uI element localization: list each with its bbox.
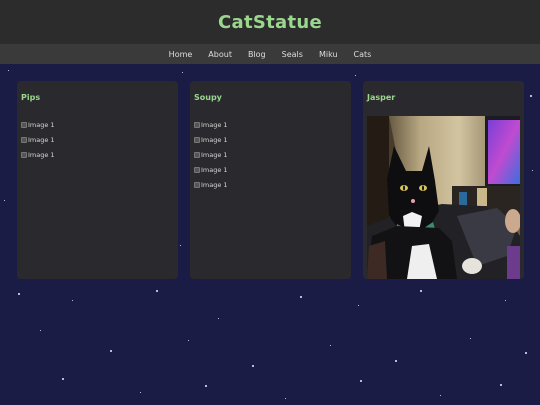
broken-image-icon	[194, 136, 200, 143]
image-alt-text: Image 1	[201, 181, 228, 190]
site-header: CatStatue	[0, 0, 540, 44]
nav-link-cats[interactable]: Cats	[346, 50, 380, 59]
nav-link-blog[interactable]: Blog	[240, 50, 274, 59]
broken-image[interactable]: Image 1	[21, 117, 55, 132]
broken-image[interactable]: Image 1	[194, 117, 228, 132]
broken-image[interactable]: Image 1	[21, 147, 55, 162]
card-title: Jasper	[367, 93, 396, 102]
broken-image-icon	[21, 136, 27, 143]
broken-image[interactable]: Image 1	[194, 132, 228, 147]
broken-image[interactable]: Image 1	[21, 132, 55, 147]
cat-card-pips: Pips Image 1 Image 1 Image 1	[17, 81, 178, 279]
image-alt-text: Image 1	[201, 120, 228, 129]
image-alt-text: Image 1	[201, 135, 228, 144]
broken-image[interactable]: Image 1	[194, 147, 228, 162]
broken-image-icon	[21, 121, 27, 128]
card-title: Pips	[21, 93, 41, 102]
card-title: Soupy	[194, 93, 222, 102]
nav-link-seals[interactable]: Seals	[274, 50, 311, 59]
image-alt-text: Image 1	[28, 135, 55, 144]
broken-image-icon	[21, 151, 27, 158]
cat-card-jasper: Jasper	[363, 81, 524, 279]
cat-photo-illustration	[367, 116, 520, 279]
broken-image-icon	[194, 182, 200, 189]
cat-card-soupy: Soupy Image 1 Image 1 Image 1 Image 1 Im…	[190, 81, 351, 279]
image-list: Image 1 Image 1 Image 1 Image 1 Image 1	[194, 117, 228, 193]
image-alt-text: Image 1	[201, 166, 228, 175]
broken-image-icon	[194, 151, 200, 158]
cat-photo[interactable]	[367, 116, 520, 279]
image-alt-text: Image 1	[28, 120, 55, 129]
nav-link-home[interactable]: Home	[161, 50, 201, 59]
broken-image-icon	[194, 167, 200, 174]
broken-image[interactable]: Image 1	[194, 178, 228, 193]
broken-image-icon	[194, 121, 200, 128]
site-title[interactable]: CatStatue	[218, 12, 322, 33]
nav-link-about[interactable]: About	[200, 50, 240, 59]
main-nav: Home About Blog Seals Miku Cats	[0, 44, 540, 64]
image-alt-text: Image 1	[28, 150, 55, 159]
image-alt-text: Image 1	[201, 150, 228, 159]
nav-link-miku[interactable]: Miku	[311, 50, 346, 59]
image-list: Image 1 Image 1 Image 1	[21, 117, 55, 163]
broken-image[interactable]: Image 1	[194, 163, 228, 178]
